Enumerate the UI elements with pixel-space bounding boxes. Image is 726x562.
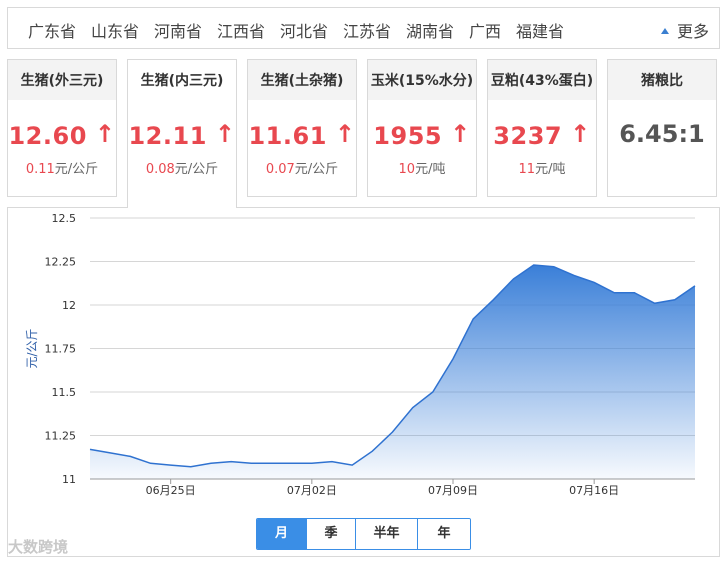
- y-tick-label: 12: [62, 299, 76, 312]
- data-point: [613, 292, 615, 294]
- data-point: [129, 455, 131, 457]
- y-tick-label: 11.25: [45, 430, 77, 443]
- data-point: [271, 462, 273, 464]
- data-point: [472, 318, 474, 320]
- data-point: [634, 292, 636, 294]
- period-month[interactable]: 月: [257, 519, 306, 549]
- x-tick-label: 07月16日: [569, 484, 619, 497]
- up-arrow-icon: ↑: [214, 120, 236, 148]
- data-point: [674, 299, 676, 301]
- x-tick-label: 06月25日: [146, 484, 196, 497]
- x-tick-label: 07月02日: [287, 484, 337, 497]
- data-point: [654, 302, 656, 304]
- data-point: [492, 299, 494, 301]
- data-point: [412, 407, 414, 409]
- data-point: [311, 462, 313, 464]
- data-point: [230, 461, 232, 463]
- data-point: [553, 266, 555, 268]
- data-point: [452, 358, 454, 360]
- period-selector: 月 季 半年 年: [256, 518, 471, 550]
- price-value: 12.11: [128, 122, 207, 150]
- x-tick-label: 07月09日: [428, 484, 478, 497]
- data-point: [694, 285, 696, 287]
- price-card-pig-inner[interactable]: 生猪(内三元) 12.11 ↑ 0.08元/公斤: [127, 59, 237, 208]
- card-title: 生猪(内三元): [128, 60, 236, 100]
- data-point: [170, 464, 172, 466]
- data-point: [432, 391, 434, 393]
- data-point: [150, 462, 152, 464]
- area-fill: [90, 265, 695, 479]
- data-point: [573, 274, 575, 276]
- y-axis-label: 元/公斤: [25, 328, 39, 368]
- price-area-chart: 12.5 12.25 12 11.75 11.5 11.25 11 元/公斤 06月25日 07月…: [25, 212, 696, 497]
- watermark-text: 大数跨境: [8, 538, 69, 556]
- data-point: [331, 461, 333, 463]
- change-unit: 元/公斤: [174, 162, 219, 177]
- data-point: [533, 264, 535, 266]
- data-point: [89, 448, 91, 450]
- period-quarter[interactable]: 季: [306, 519, 355, 549]
- data-point: [190, 466, 192, 468]
- y-tick-label: 11: [62, 473, 76, 486]
- card-change: 0.08元/公斤: [128, 158, 236, 177]
- y-tick-label: 11.5: [52, 386, 77, 399]
- data-point: [371, 450, 373, 452]
- data-point: [210, 462, 212, 464]
- data-point: [513, 278, 515, 280]
- data-point: [392, 431, 394, 433]
- data-point: [109, 452, 111, 454]
- data-point: [291, 462, 293, 464]
- y-tick-label: 12.5: [52, 212, 77, 225]
- data-point: [351, 464, 353, 466]
- data-point: [593, 281, 595, 283]
- y-tick-label: 12.25: [45, 256, 77, 269]
- period-year[interactable]: 年: [417, 519, 470, 549]
- y-tick-label: 11.75: [45, 343, 77, 356]
- card-price: 12.11 ↑: [128, 120, 236, 150]
- change-value: 0.08: [145, 162, 175, 177]
- period-half-year[interactable]: 半年: [355, 519, 417, 549]
- data-point: [250, 462, 252, 464]
